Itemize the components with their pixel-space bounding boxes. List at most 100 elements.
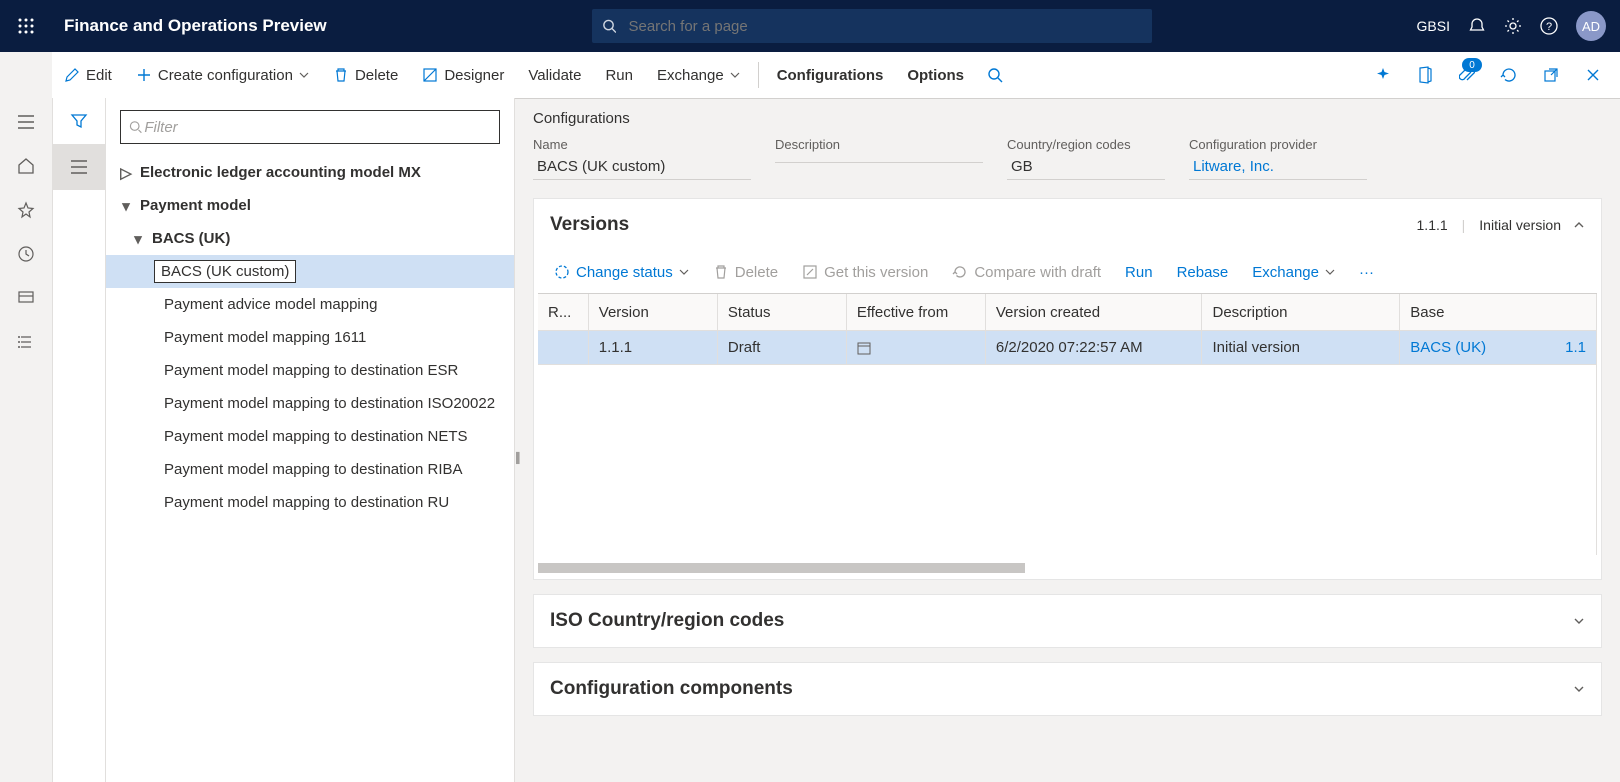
nav-favorites[interactable]	[0, 188, 52, 232]
chevron-down-icon	[730, 70, 740, 80]
settings-icon[interactable]	[1504, 17, 1522, 35]
avatar[interactable]: AD	[1576, 11, 1606, 41]
company-code[interactable]: GBSI	[1417, 18, 1450, 34]
cell-base[interactable]: BACS (UK)1.1	[1400, 331, 1597, 365]
versions-header[interactable]: Versions 1.1.1 | Initial version	[534, 199, 1601, 251]
col-effective[interactable]: Effective from	[846, 294, 985, 331]
col-base[interactable]: Base	[1400, 294, 1597, 331]
tree-filter-input[interactable]	[142, 118, 491, 137]
chevron-down-icon	[1573, 615, 1585, 627]
circle-dashed-icon	[554, 264, 570, 280]
nav-modules[interactable]	[0, 320, 52, 364]
description-field[interactable]	[775, 154, 983, 163]
hamburger-icon	[17, 115, 35, 129]
global-search[interactable]	[592, 9, 1152, 43]
version-delete-button: Delete	[705, 251, 786, 293]
edit-label: Edit	[86, 67, 112, 84]
components-panel-header[interactable]: Configuration components	[534, 663, 1601, 715]
version-exchange-button[interactable]: Exchange	[1244, 251, 1343, 293]
cell-status[interactable]: Draft	[717, 331, 846, 365]
cell-desc[interactable]: Initial version	[1202, 331, 1400, 365]
rebase-button[interactable]: Rebase	[1169, 251, 1237, 293]
tree-node-mapping-ru[interactable]: Payment model mapping to destination RU	[106, 486, 514, 519]
exchange-button[interactable]: Exchange	[645, 52, 752, 98]
tree-node-mapping-riba[interactable]: Payment model mapping to destination RIB…	[106, 453, 514, 486]
designer-label: Designer	[444, 67, 504, 84]
copilot-button[interactable]	[1364, 52, 1402, 98]
grid-scrollbar[interactable]	[538, 559, 1597, 575]
search-icon	[987, 67, 1003, 83]
plus-icon	[136, 67, 152, 83]
help-icon[interactable]: ?	[1540, 17, 1558, 35]
designer-button[interactable]: Designer	[410, 52, 516, 98]
version-delete-label: Delete	[735, 264, 778, 281]
more-button[interactable]: ···	[1351, 251, 1382, 293]
version-run-button[interactable]: Run	[1117, 251, 1161, 293]
clock-icon	[17, 245, 35, 263]
trash-icon	[333, 67, 349, 83]
region-field[interactable]: GB	[1007, 154, 1165, 180]
col-status[interactable]: Status	[717, 294, 846, 331]
close-button[interactable]	[1574, 52, 1612, 98]
cell-effective[interactable]	[846, 331, 985, 365]
cell-created[interactable]: 6/2/2020 07:22:57 AM	[985, 331, 1202, 365]
tree-label: Payment model mapping 1611	[164, 329, 366, 346]
nav-hamburger[interactable]	[0, 100, 52, 144]
tree-node-bacs-uk[interactable]: ▾BACS (UK)	[106, 222, 514, 255]
col-desc[interactable]: Description	[1202, 294, 1400, 331]
popout-button[interactable]	[1532, 52, 1570, 98]
tree-node-mapping-iso[interactable]: Payment model mapping to destination ISO…	[106, 387, 514, 420]
search-input[interactable]	[626, 17, 1151, 36]
run-button[interactable]: Run	[593, 52, 645, 98]
col-created[interactable]: Version created	[985, 294, 1202, 331]
filter-icon	[70, 112, 88, 130]
app-title: Finance and Operations Preview	[64, 16, 327, 36]
create-configuration-button[interactable]: Create configuration	[124, 52, 321, 98]
tree-node-mapping-1611[interactable]: Payment model mapping 1611	[106, 321, 514, 354]
configurations-tab[interactable]: Configurations	[765, 52, 896, 98]
provider-field[interactable]: Litware, Inc.	[1189, 154, 1367, 180]
col-r[interactable]: R...	[538, 294, 588, 331]
workspace-icon	[17, 289, 35, 307]
notifications-icon[interactable]	[1468, 17, 1486, 35]
app-launcher[interactable]	[0, 17, 52, 35]
lines-view-toggle[interactable]	[53, 144, 105, 190]
edit-icon	[802, 264, 818, 280]
find-button[interactable]	[976, 52, 1014, 98]
cell-version[interactable]: 1.1.1	[588, 331, 717, 365]
versions-grid[interactable]: R... Version Status Effective from Versi…	[538, 293, 1597, 555]
name-field[interactable]: BACS (UK custom)	[533, 154, 751, 180]
nav-home[interactable]	[0, 144, 52, 188]
change-status-button[interactable]: Change status	[546, 251, 697, 293]
refresh-button[interactable]	[1490, 52, 1528, 98]
splitter-handle[interactable]: ▌	[516, 438, 524, 478]
tree-filter[interactable]	[120, 110, 500, 144]
tree-node-electronic-ledger[interactable]: ▷Electronic ledger accounting model MX	[106, 156, 514, 189]
name-label: Name	[533, 137, 751, 152]
refresh-icon	[1500, 66, 1518, 84]
tree-node-bacs-uk-custom[interactable]: BACS (UK custom)	[106, 255, 514, 288]
region-label: Country/region codes	[1007, 137, 1165, 152]
attachments-button[interactable]: 0	[1448, 52, 1486, 98]
table-row[interactable]: 1.1.1 Draft 6/2/2020 07:22:57 AM Initial…	[538, 331, 1597, 365]
delete-button[interactable]: Delete	[321, 52, 410, 98]
chevron-down-icon	[299, 70, 309, 80]
versions-title: Versions	[550, 214, 629, 236]
edit-button[interactable]: Edit	[52, 52, 124, 98]
office-button[interactable]	[1406, 52, 1444, 98]
options-tab[interactable]: Options	[895, 52, 976, 98]
filter-pane-toggle[interactable]	[53, 98, 105, 144]
tree-node-mapping-nets[interactable]: Payment model mapping to destination NET…	[106, 420, 514, 453]
nav-workspaces[interactable]	[0, 276, 52, 320]
tree-node-payment-advice[interactable]: Payment advice model mapping	[106, 288, 514, 321]
description-label: Description	[775, 137, 983, 152]
tree-node-payment-model[interactable]: ▾Payment model	[106, 189, 514, 222]
col-version[interactable]: Version	[588, 294, 717, 331]
tree-label: Electronic ledger accounting model MX	[140, 164, 421, 181]
iso-panel-header[interactable]: ISO Country/region codes	[534, 595, 1601, 647]
sparkle-icon	[1374, 66, 1392, 84]
nav-recent[interactable]	[0, 232, 52, 276]
validate-button[interactable]: Validate	[516, 52, 593, 98]
tree-node-mapping-esr[interactable]: Payment model mapping to destination ESR	[106, 354, 514, 387]
tree-label: Payment model mapping to destination ISO…	[164, 395, 495, 412]
